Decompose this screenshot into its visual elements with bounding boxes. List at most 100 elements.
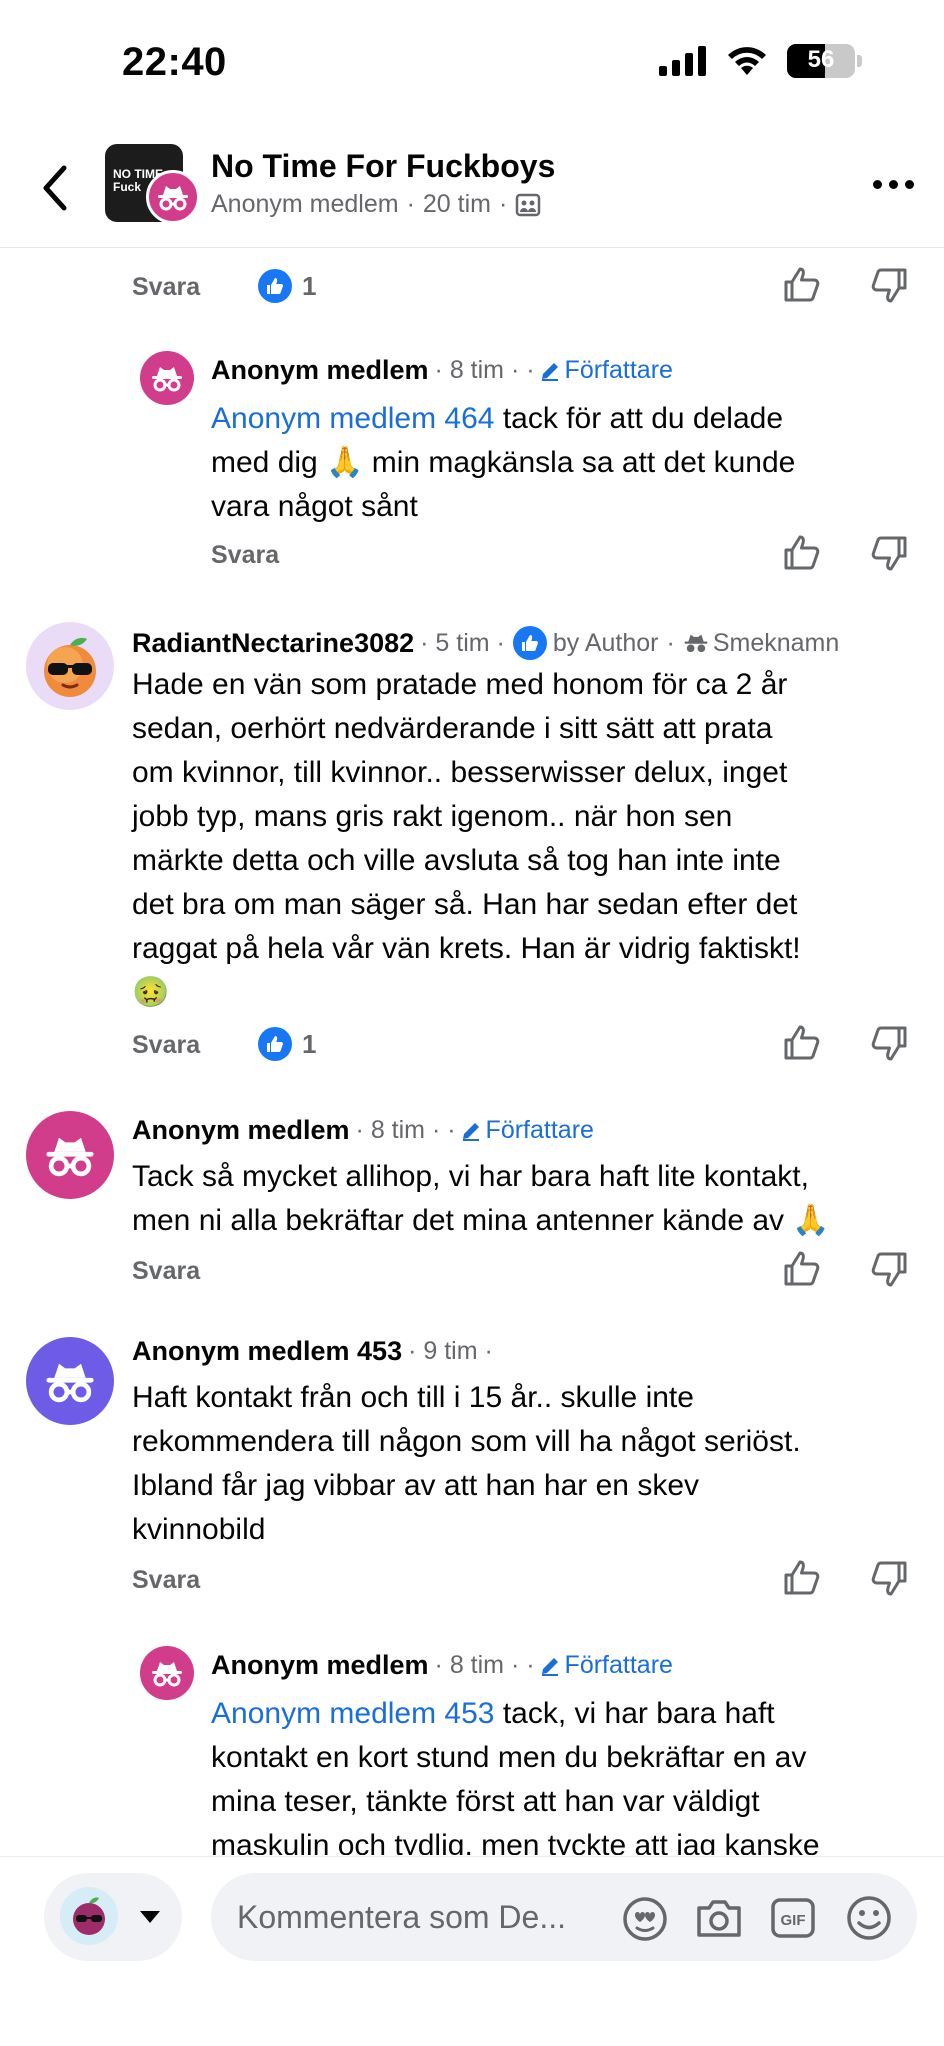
text-line: rekommendera till någon som vill ha någo…: [132, 1425, 801, 1458]
incognito-icon: [46, 1363, 94, 1403]
user-avatar[interactable]: [26, 622, 114, 710]
comment-text: Hade en vän som pratade med honom för ca…: [132, 663, 922, 1015]
text-line: om kvinnor, till kvinnor.. besserwisser …: [132, 756, 788, 789]
comments-feed[interactable]: Svara 1 Anonym medlem · 8 tim · · Förfat…: [0, 249, 944, 1855]
comment-actions: Svara: [132, 1251, 912, 1297]
comment-meta: Anonym medlem 453 · 9 tim ·: [132, 1336, 493, 1367]
svg-text:GIF: GIF: [781, 1912, 806, 1929]
thumbs-up-icon[interactable]: [782, 533, 822, 573]
status-icons: 56: [659, 44, 862, 78]
comment-meta: Anonym medlem · 8 tim · · Författare: [211, 1650, 673, 1681]
text-line: Ibland får jag vibbar av att han har en …: [132, 1469, 700, 1502]
text-line: raggat på hela vår vän krets. Han är vid…: [132, 932, 801, 965]
thumbs-down-icon[interactable]: [869, 1249, 909, 1289]
comment-time: · 5 tim ·: [420, 628, 505, 657]
anon-avatar[interactable]: [26, 1337, 114, 1425]
comment-input[interactable]: Kommentera som De... GIF: [211, 1873, 917, 1961]
text-line: jobb typ, mans gris rakt igenom.. när ho…: [132, 800, 733, 833]
comment-time: · 8 tim · ·: [434, 1651, 535, 1679]
text-line: tack, vi har bara haft: [494, 1697, 775, 1730]
chevron-left-icon[interactable]: [36, 162, 76, 214]
thumbs-down-icon[interactable]: [869, 265, 909, 305]
text-line: 🤢: [132, 976, 170, 1009]
author-badge-label: Författare: [564, 1651, 673, 1679]
text-line: tack för att du delade: [494, 402, 783, 435]
anon-avatar: [146, 170, 200, 224]
account-switcher[interactable]: [44, 1873, 182, 1961]
incognito-icon: [152, 1662, 182, 1687]
status-bar: 22:40 56: [0, 0, 944, 130]
signal-icon: [659, 46, 706, 76]
comment-author[interactable]: Anonym medlem: [211, 355, 429, 386]
text-line: med dig 🙏 min magkänsla sa att det kunde: [211, 446, 796, 479]
like-badge-icon: [258, 269, 292, 303]
chevron-down-icon: [140, 1911, 160, 1923]
incognito-icon: [152, 367, 182, 392]
thumbs-down-icon[interactable]: [869, 1558, 909, 1598]
comment-actions: Svara: [132, 1560, 912, 1606]
reply-button[interactable]: Svara: [132, 1257, 200, 1286]
camera-icon[interactable]: [693, 1893, 745, 1943]
comment-author[interactable]: Anonym medlem: [211, 1650, 429, 1681]
comment-time: · 8 tim · ·: [434, 356, 535, 384]
comment-meta: Anonym medlem · 8 tim · · Författare: [132, 1115, 594, 1146]
post-author: Anonym medlem: [211, 190, 399, 218]
comment-actions: Svara: [211, 535, 911, 581]
like-badge-icon: [512, 626, 547, 660]
reply-button[interactable]: Svara: [132, 1031, 200, 1060]
reply-button[interactable]: Svara: [132, 273, 200, 302]
comment-actions: Svara 1: [132, 1025, 912, 1071]
reply-button[interactable]: Svara: [132, 1566, 200, 1595]
like-count-value: 1: [302, 1028, 317, 1059]
text-line: Haft kontakt från och till i 15 år.. sku…: [132, 1381, 694, 1414]
text-line: det bra om man säger så. Han har sedan e…: [132, 888, 798, 921]
like-count: 1: [258, 269, 316, 303]
reply-button[interactable]: Svara: [211, 541, 279, 570]
thumbs-up-icon[interactable]: [782, 265, 822, 305]
comment-placeholder: Kommentera som De...: [237, 1899, 566, 1935]
text-line: men ni alla bekräftar det mina antenner …: [132, 1204, 830, 1237]
battery-icon: 56: [787, 44, 855, 78]
text-line: vara något sånt: [211, 490, 418, 523]
group-visibility-icon: [516, 193, 541, 216]
avatar-sticker-icon: [60, 1887, 118, 1945]
anon-avatar[interactable]: [26, 1111, 114, 1199]
nickname-label: Smeknamn: [712, 628, 840, 657]
mention-link[interactable]: Anonym medlem 464: [211, 402, 494, 435]
comment-author[interactable]: RadiantNectarine3082: [132, 628, 414, 659]
text-line: maskulin och tydlig, men tyckte att jag …: [211, 1829, 820, 1855]
incognito-icon: [684, 634, 708, 653]
anon-avatar[interactable]: [140, 351, 194, 405]
status-time: 22:40: [122, 40, 227, 84]
comment-meta: RadiantNectarine3082 · 5 tim · by Author…: [132, 626, 839, 660]
incognito-icon: [46, 1137, 94, 1177]
avatar-sticker-icon[interactable]: [619, 1893, 671, 1943]
text-line: Tack så mycket allihop, vi har bara haft…: [132, 1160, 809, 1193]
mention-link[interactable]: Anonym medlem 453: [211, 1697, 494, 1730]
post-time: 20 tim: [422, 190, 491, 218]
thumbs-up-icon[interactable]: [782, 1249, 822, 1289]
comment-author[interactable]: Anonym medlem 453: [132, 1336, 402, 1367]
author-badge-label: Författare: [564, 356, 673, 384]
text-line: kvinnobild: [132, 1513, 266, 1546]
emoji-icon[interactable]: [843, 1893, 895, 1943]
comment-text: Anonym medlem 453 tack, vi har bara haft…: [211, 1692, 911, 1855]
more-dots-icon[interactable]: [873, 180, 914, 189]
text-line: kontakt en kort stund men du bekräftar e…: [211, 1741, 807, 1774]
group-name[interactable]: No Time For Fuckboys: [211, 148, 555, 185]
thumbs-up-icon[interactable]: [782, 1023, 822, 1063]
comment-text: Tack så mycket allihop, vi har bara haft…: [132, 1155, 932, 1243]
separator: ·: [499, 190, 508, 218]
thumbs-down-icon[interactable]: [869, 1023, 909, 1063]
peach-sunglasses-icon: [44, 637, 96, 697]
anon-avatar[interactable]: [140, 1646, 194, 1700]
separator: ·: [406, 190, 415, 218]
post-subtitle: Anonym medlem · 20 tim ·: [211, 190, 541, 219]
gif-icon[interactable]: GIF: [767, 1893, 819, 1943]
thumbs-down-icon[interactable]: [869, 533, 909, 573]
thumbs-up-icon[interactable]: [782, 1558, 822, 1598]
comment-author[interactable]: Anonym medlem: [132, 1115, 350, 1146]
author-badge: Författare: [539, 1651, 673, 1680]
nickname-badge: Smeknamn: [683, 629, 839, 658]
text-line: sedan, oerhört nedvärderande i sitt sätt…: [132, 712, 773, 745]
